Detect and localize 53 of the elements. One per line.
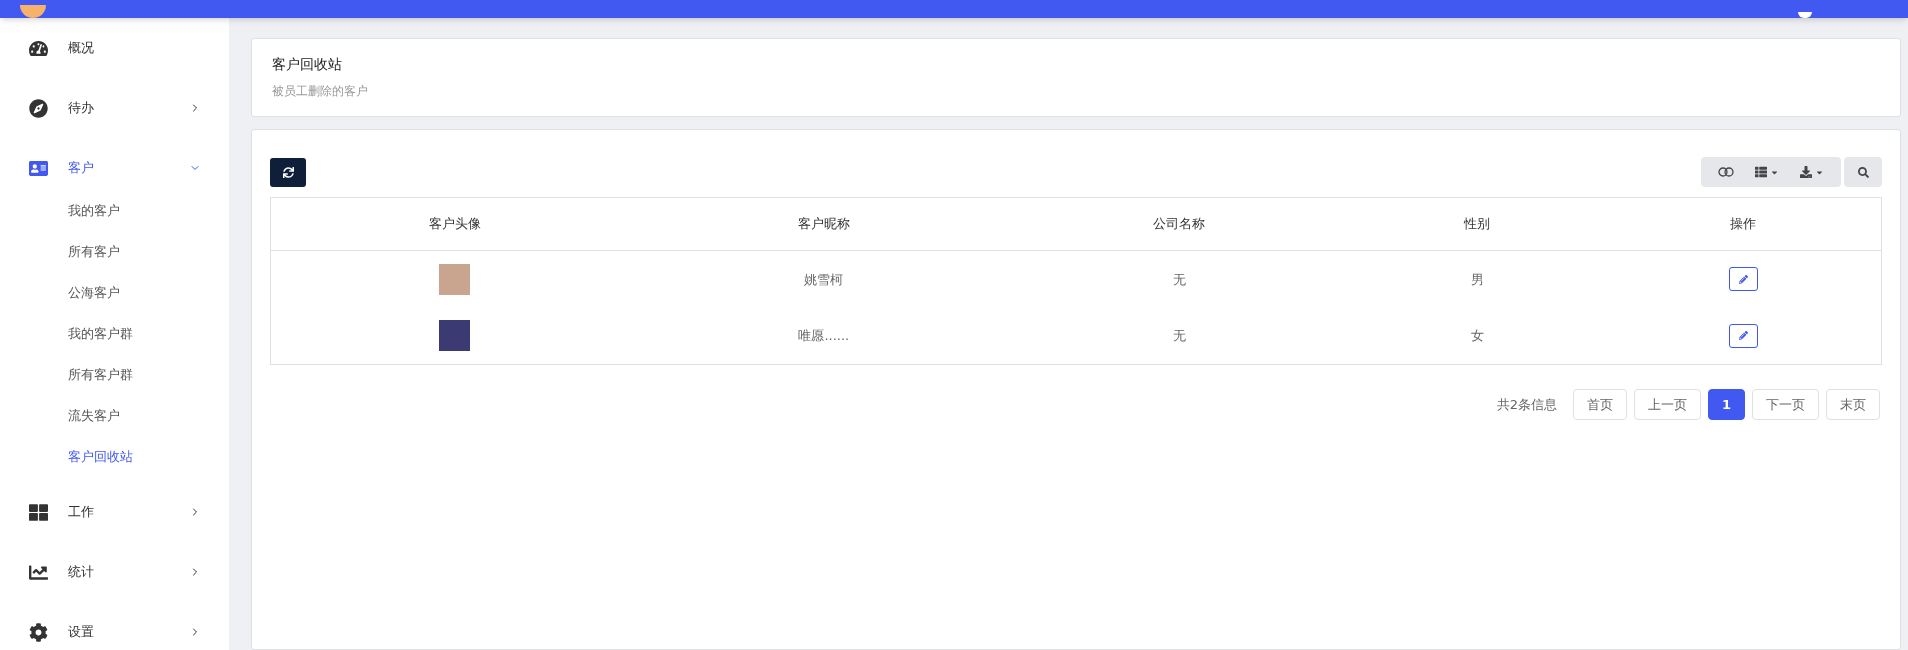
pencil-icon — [1738, 331, 1748, 341]
pencil-icon — [1738, 274, 1748, 284]
sidebar-item[interactable]: 统计 — [0, 542, 229, 602]
refresh-button[interactable] — [270, 157, 306, 187]
page-button[interactable]: 上一页 — [1633, 389, 1701, 420]
page-title: 客户回收站 — [272, 56, 343, 72]
list-icon — [1755, 166, 1767, 178]
contact-card-icon — [29, 158, 48, 178]
table-cell: 唯愿...... — [638, 307, 1010, 365]
logo-icon — [20, 5, 46, 18]
compass-icon — [29, 98, 48, 118]
sidebar-item[interactable]: 待办 — [0, 78, 229, 138]
line-chart-icon — [29, 562, 48, 582]
sidebar-item[interactable]: 概况 — [0, 18, 229, 78]
sidebar-item[interactable]: 设置 — [0, 602, 229, 650]
table-cell: 无 — [1009, 307, 1350, 365]
table-cell: 姚雪柯 — [638, 250, 1010, 308]
search-button[interactable] — [1844, 157, 1882, 187]
submenu-item[interactable]: 客户回收站 — [0, 436, 229, 477]
page-button[interactable]: 下一页 — [1752, 389, 1819, 420]
submenu-item[interactable]: 所有客户 — [0, 231, 229, 272]
settings-icon — [29, 622, 48, 642]
column-header: 客户昵称 — [638, 197, 1010, 251]
column-header: 操作 — [1605, 197, 1882, 251]
avatar-photo-placeholder — [439, 263, 470, 295]
grid-icon — [29, 502, 48, 522]
column-header: 性别 — [1349, 197, 1606, 251]
edit-button[interactable] — [1728, 323, 1758, 348]
user-icon[interactable] — [1798, 12, 1812, 18]
edit-button[interactable] — [1728, 267, 1758, 292]
submenu-item[interactable]: 流失客户 — [0, 395, 229, 436]
page-button[interactable]: 首页 — [1572, 389, 1627, 420]
submenu-item[interactable]: 我的客户群 — [0, 313, 229, 354]
avatar-photo-placeholder — [439, 320, 470, 352]
gauge-icon — [29, 38, 48, 58]
download-icon — [1800, 166, 1813, 178]
sidebar-item[interactable]: 工作 — [0, 482, 229, 542]
page-subtitle: 被员工删除的客户 — [272, 84, 369, 98]
column-header: 客户头像 — [270, 197, 639, 251]
page-button[interactable]: 末页 — [1826, 389, 1880, 420]
record-count: 共2条信息 — [1496, 395, 1557, 414]
columns-dropdown[interactable] — [1755, 166, 1779, 178]
search-icon — [1857, 166, 1869, 178]
table-cell: 男 — [1349, 250, 1606, 308]
toggle-icon[interactable] — [1717, 167, 1734, 177]
table-cell: 无 — [1009, 250, 1350, 308]
submenu-item[interactable]: 所有客户群 — [0, 354, 229, 395]
export-dropdown[interactable] — [1800, 166, 1825, 178]
refresh-icon — [282, 166, 294, 178]
page-button[interactable]: 1 — [1707, 389, 1745, 420]
column-header: 公司名称 — [1009, 197, 1350, 251]
submenu-item[interactable]: 公海客户 — [0, 272, 229, 313]
table-cell: 女 — [1349, 307, 1606, 365]
